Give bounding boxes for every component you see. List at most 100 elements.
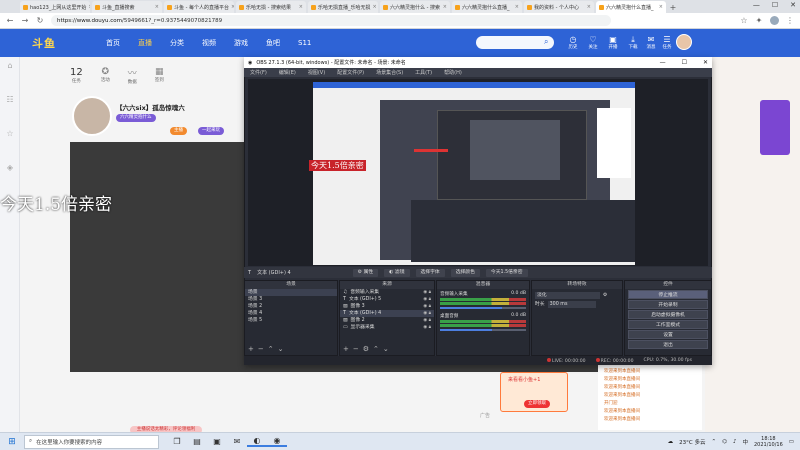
close-icon[interactable]: × (299, 4, 303, 10)
browser-tab[interactable]: 六六精灵抱什么直播_ × (452, 1, 522, 13)
close-icon[interactable]: × (155, 4, 159, 10)
visibility-lock-icons[interactable]: ◉ 🔒︎ (423, 303, 434, 310)
close-icon[interactable]: × (443, 4, 447, 10)
chevron-up-icon[interactable]: ⌃ (268, 345, 278, 353)
close-icon[interactable]: × (659, 4, 663, 10)
source-item[interactable]: ▭ 显示器采集 ◉ 🔒︎ (340, 324, 434, 331)
transition-select[interactable]: 淡化 (535, 292, 600, 299)
chevron-down-icon[interactable]: ⌄ (278, 345, 288, 353)
edge-browser-icon[interactable]: ◐ (247, 436, 267, 447)
browser-tab[interactable]: 我的资料 - 个人中心 × (524, 1, 594, 13)
windows-start-icon[interactable]: ⊞ (4, 437, 20, 447)
new-tab-button[interactable]: + (668, 3, 678, 13)
extensions-icon[interactable]: ✦ (755, 16, 763, 25)
task-view-icon[interactable]: ❐ (167, 437, 187, 446)
nav-live[interactable]: 直播 (138, 38, 152, 48)
notification-icon[interactable]: ▭ (789, 439, 794, 445)
preview-caption-text[interactable]: 今天1.5倍亲密 (309, 160, 366, 171)
close-window-icon[interactable]: ✕ (703, 59, 708, 66)
stop-streaming-button[interactable]: 停止推流 (628, 290, 708, 299)
browser-tab[interactable]: 乐哈无损 - 搜索结果 × (236, 1, 306, 13)
browser-tab[interactable]: 乐哈无损直播_乐哈无损 × (308, 1, 378, 13)
close-icon[interactable]: × (515, 4, 519, 10)
minimize-icon[interactable]: — (660, 59, 666, 66)
mail-icon[interactable]: ✉ (227, 437, 247, 446)
side-banner[interactable] (760, 100, 790, 155)
visibility-lock-icons[interactable]: ◉ 🔒︎ (423, 324, 434, 331)
user-avatar[interactable] (676, 34, 692, 50)
browser-tab[interactable]: 六六精灵抱什么 - 搜索 × (380, 1, 450, 13)
weather-text[interactable]: 23°C 多云 (679, 438, 705, 446)
remove-icon[interactable]: − (353, 345, 363, 353)
nav-category[interactable]: 分类 (170, 38, 184, 48)
add-icon[interactable]: + (343, 345, 353, 353)
browser-tab[interactable]: 斗鱼 - 每个人的直播平台 × (164, 1, 234, 13)
promo-button[interactable]: 立即领取 (524, 400, 550, 408)
menu-scene-collection[interactable]: 场景集合(S) (376, 69, 403, 76)
exit-button[interactable]: 退出 (628, 340, 708, 349)
visibility-lock-icons[interactable]: ◉ 🔒︎ (423, 310, 434, 317)
visibility-lock-icons[interactable]: ◉ 🔒︎ (423, 289, 434, 296)
scene-item[interactable]: 场景 5 (245, 317, 337, 324)
taskbar-search[interactable]: ⌕ 在这里输入你要搜索的内容 (24, 434, 159, 449)
close-icon[interactable]: × (231, 4, 234, 10)
chevron-up-icon[interactable]: ⌃ (373, 345, 383, 353)
source-item[interactable]: T 文本 (GDI+) 5 ◉ 🔒︎ (340, 296, 434, 303)
task-stat[interactable]: 12 任务 (70, 67, 83, 84)
close-icon[interactable]: × (587, 4, 591, 10)
close-icon[interactable]: × (373, 4, 377, 10)
minimize-icon[interactable]: — (753, 1, 760, 9)
search-icon[interactable]: ⌕ (544, 37, 548, 47)
select-font-button[interactable]: 选择字体 (415, 268, 445, 277)
ime-indicator[interactable]: 中 (742, 438, 748, 446)
site-search-input[interactable] (476, 36, 554, 49)
chevron-down-icon[interactable]: ⌄ (383, 345, 393, 353)
task-button[interactable]: ☰ 任务 (656, 35, 678, 51)
nav-game[interactable]: 游戏 (234, 38, 248, 48)
data-stat[interactable]: 〰数据 (128, 66, 137, 85)
site-logo[interactable]: 斗鱼 (32, 35, 56, 51)
nav-s11[interactable]: S11 (298, 39, 311, 47)
rail-item[interactable]: ☷ (2, 96, 18, 104)
browser-tab[interactable]: 斗鱼_直播搜索 × (92, 1, 162, 13)
url-input[interactable]: https://www.douyu.com/5949661?_r=0.93754… (51, 15, 611, 26)
nav-video[interactable]: 视频 (202, 38, 216, 48)
rail-item[interactable]: ⌂ (2, 62, 18, 70)
maximize-icon[interactable]: ☐ (682, 59, 687, 66)
network-icon[interactable]: ⌬ (722, 439, 727, 445)
source-item[interactable]: T 文本 (GDI+) 4 ◉ 🔒︎ (340, 310, 434, 317)
reload-icon[interactable]: ↻ (36, 16, 44, 25)
source-item[interactable]: ♫ 音频输入采集 ◉ 🔒︎ (340, 289, 434, 296)
maximize-icon[interactable]: ☐ (772, 1, 778, 9)
streamer-badge[interactable]: 六六精灵抱什么 (116, 114, 156, 122)
streamer-badge[interactable]: 主播 (170, 127, 187, 135)
close-window-icon[interactable]: ✕ (790, 1, 796, 9)
history-button[interactable]: ◷ 历史 (562, 35, 584, 51)
file-explorer-icon[interactable]: ▤ (187, 437, 207, 446)
virtual-camera-button[interactable]: 启动虚拟摄像机 (628, 310, 708, 319)
remove-icon[interactable]: − (258, 345, 268, 353)
browser-tab-active[interactable]: 六六精灵抱什么直播_ × (596, 1, 666, 13)
scene-item[interactable]: 场景 4 (245, 310, 337, 317)
settings-button[interactable]: 设置 (628, 330, 708, 339)
menu-tools[interactable]: 工具(T) (415, 69, 432, 76)
menu-view[interactable]: 视图(V) (308, 69, 325, 76)
streamer-avatar[interactable] (72, 96, 112, 136)
streamer-badge[interactable]: 一起来玩 (198, 127, 224, 135)
source-item[interactable]: ▨ 图像 3 ◉ 🔒︎ (340, 303, 434, 310)
scene-item[interactable]: 场景 2 (245, 303, 337, 310)
signin-stat[interactable]: ▦ 签到 (155, 67, 164, 83)
studio-mode-button[interactable]: 工作室模式 (628, 320, 708, 329)
duration-input[interactable]: 300 ms (547, 301, 596, 308)
obs-app-icon[interactable]: ◉ (267, 436, 287, 447)
menu-file[interactable]: 文件(F) (250, 69, 267, 76)
start-recording-button[interactable]: 开始录制 (628, 300, 708, 309)
menu-edit[interactable]: 编辑(E) (279, 69, 296, 76)
follow-button[interactable]: ♡ 关注 (582, 35, 604, 51)
star-icon[interactable]: ☆ (740, 16, 748, 25)
volume-slider[interactable] (440, 307, 526, 309)
clock[interactable]: 18:18 2021/10/16 (754, 436, 783, 448)
back-icon[interactable]: ← (6, 16, 14, 25)
close-icon[interactable]: × (88, 4, 90, 10)
volume-icon[interactable]: ♪ (733, 439, 737, 445)
